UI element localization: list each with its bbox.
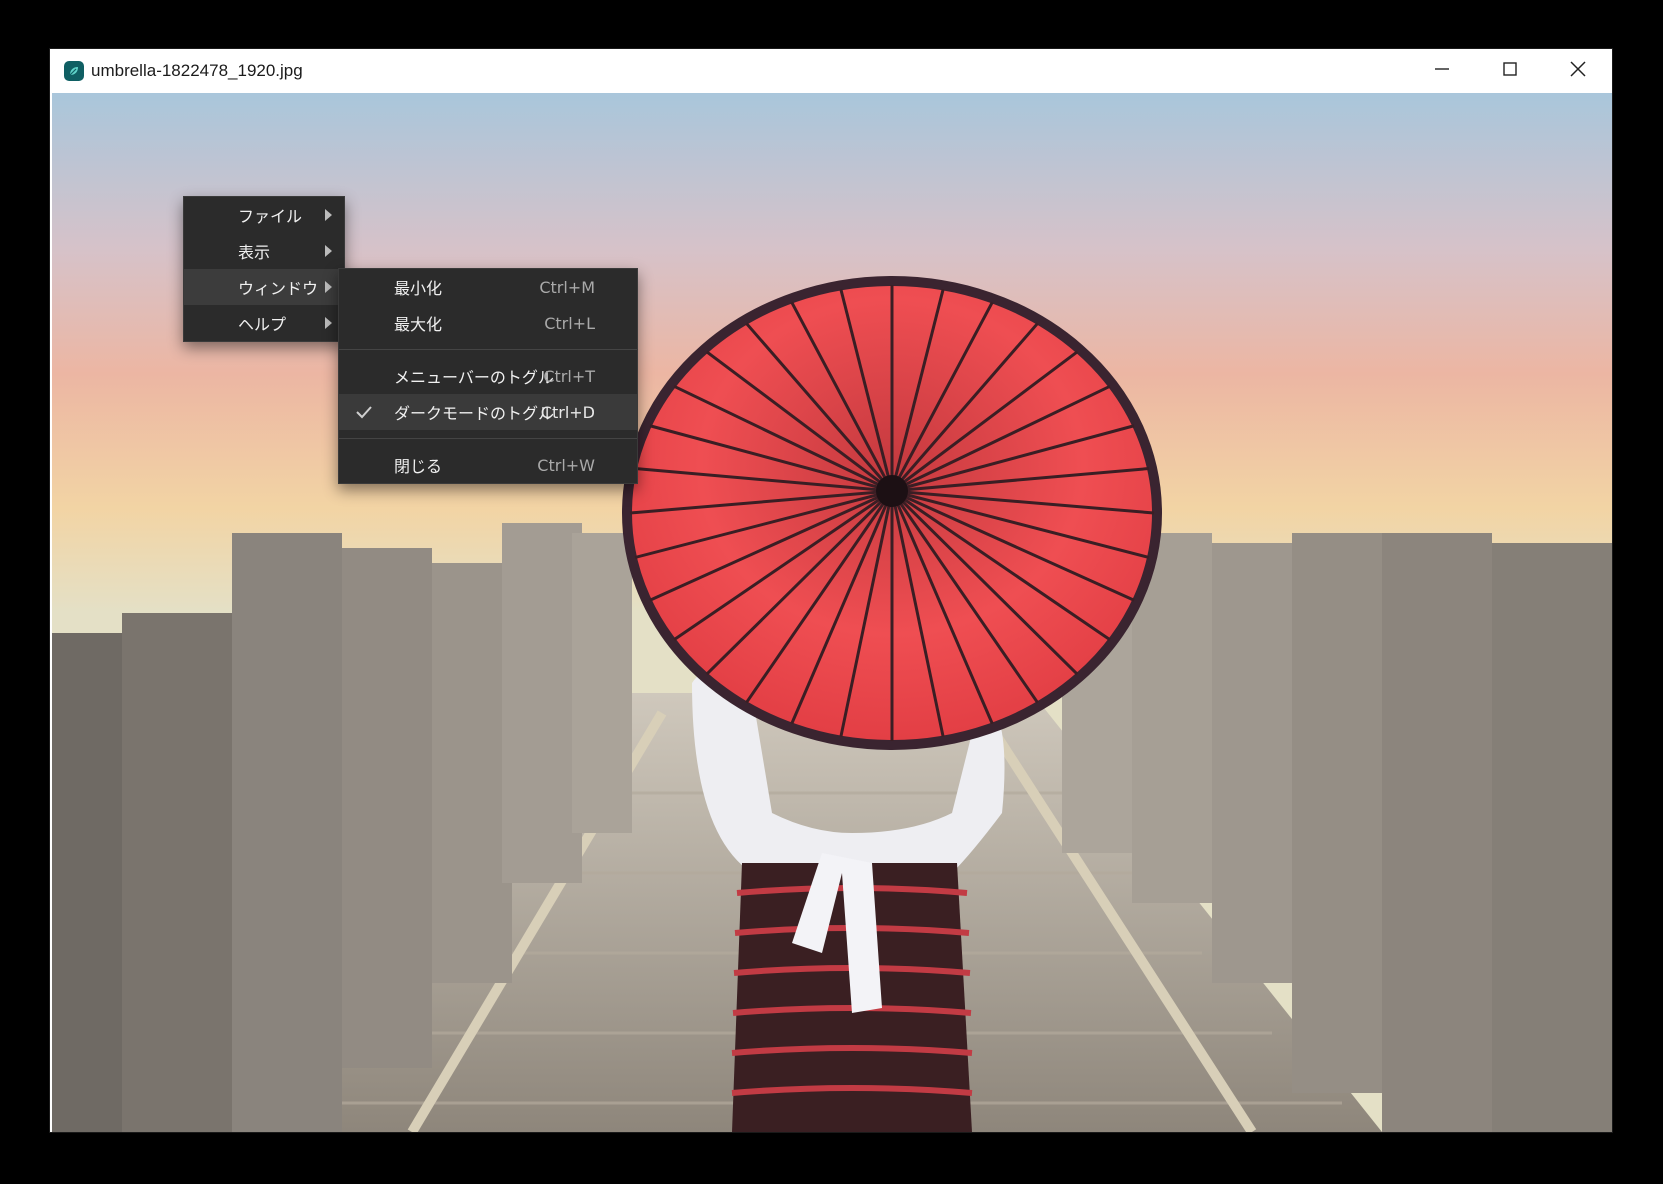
menu-item-label: ファイル: [238, 207, 303, 226]
shortcut-label: Ctrl+T: [543, 366, 595, 386]
menu-separator: [339, 438, 637, 439]
menu-item-window[interactable]: ウィンドウ: [184, 269, 344, 305]
shortcut-label: Ctrl+M: [539, 277, 595, 297]
close-button[interactable]: [1544, 49, 1612, 89]
submenu-arrow-icon: [325, 317, 332, 329]
window-submenu: 最小化 Ctrl+M 最大化 Ctrl+L メニューバーのトグル Ctrl+T …: [338, 268, 638, 484]
menu-separator: [339, 349, 637, 350]
app-logo-icon: [64, 61, 84, 81]
submenu-item-toggle-menubar[interactable]: メニューバーのトグル Ctrl+T: [339, 358, 637, 394]
submenu-item-close[interactable]: 閉じる Ctrl+W: [339, 447, 637, 483]
menu-item-label: ヘルプ: [238, 315, 287, 334]
submenu-item-toggle-darkmode[interactable]: ダークモードのトグル Ctrl+D: [339, 394, 637, 430]
shortcut-label: Ctrl+L: [544, 313, 595, 333]
menu-item-file[interactable]: ファイル: [184, 197, 344, 233]
submenu-arrow-icon: [325, 281, 332, 293]
submenu-arrow-icon: [325, 245, 332, 257]
submenu-item-label: 最小化: [394, 279, 443, 298]
submenu-item-maximize[interactable]: 最大化 Ctrl+L: [339, 305, 637, 341]
submenu-item-minimize[interactable]: 最小化 Ctrl+M: [339, 269, 637, 305]
maximize-icon: [1503, 62, 1517, 76]
maximize-button[interactable]: [1476, 49, 1544, 89]
submenu-item-label: ダークモードのトグル: [394, 404, 555, 423]
submenu-item-label: メニューバーのトグル: [394, 368, 554, 387]
submenu-item-label: 閉じる: [394, 457, 443, 476]
title-bar[interactable]: umbrella-1822478_1920.jpg: [50, 49, 1612, 93]
shortcut-label: Ctrl+W: [537, 455, 595, 475]
submenu-item-label: 最大化: [394, 315, 443, 334]
close-icon: [1570, 61, 1586, 77]
checkmark-icon: [356, 406, 372, 419]
menu-item-view[interactable]: 表示: [184, 233, 344, 269]
menu-item-label: ウィンドウ: [238, 279, 319, 298]
window-title: umbrella-1822478_1920.jpg: [91, 61, 303, 80]
submenu-arrow-icon: [325, 209, 332, 221]
shortcut-label: Ctrl+D: [540, 402, 595, 422]
menu-item-label: 表示: [238, 243, 271, 262]
context-menu: ファイル 表示 ウィンドウ ヘルプ: [183, 196, 345, 342]
minimize-icon: [1435, 68, 1449, 70]
menu-item-help[interactable]: ヘルプ: [184, 305, 344, 341]
minimize-button[interactable]: [1408, 49, 1476, 89]
